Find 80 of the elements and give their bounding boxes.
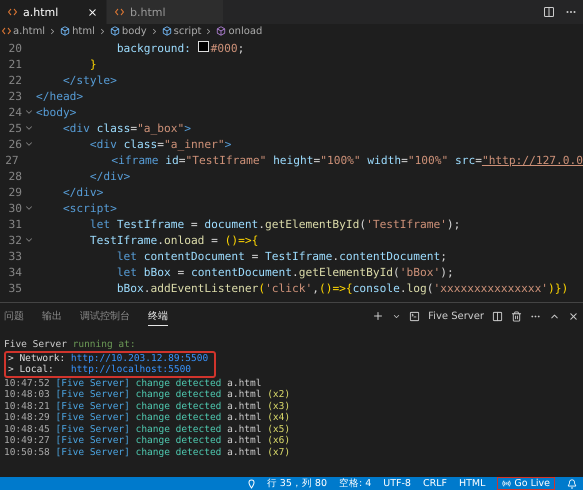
- code-file-icon: [115, 8, 124, 16]
- status-item[interactable]: 空格: 4: [339, 477, 372, 490]
- log-line: 10:49:27 [Five Server] change detected a.html (x6): [4, 435, 292, 446]
- code-line: <body>: [36, 106, 76, 118]
- status-item[interactable]: HTML: [458, 478, 486, 489]
- line-number: 32: [8, 234, 22, 246]
- log-line: 10:48:29 [Five Server] change detected a.html (x4): [4, 412, 292, 424]
- editor-tab[interactable]: b.html: [107, 0, 224, 24]
- line-number: 25: [8, 122, 22, 134]
- terminal-icon: [409, 310, 420, 322]
- split-editor-icon[interactable]: [543, 6, 555, 18]
- code-line: </style>: [62, 74, 117, 86]
- code-line: <script>: [62, 202, 117, 214]
- line-number: 35: [8, 282, 22, 294]
- code-line: TestIframe.onload = ()=>{: [88, 234, 258, 246]
- log-line: 10:47:52 [Five Server] change detected a.html: [4, 378, 262, 389]
- log-line: 10:48:45 [Five Server] change detected a.html (x5): [4, 424, 292, 435]
- cube-icon: [60, 26, 70, 36]
- location-icon: [248, 478, 255, 488]
- split-terminal-icon[interactable]: [492, 310, 503, 322]
- editor-tab[interactable]: a.html: [0, 0, 107, 24]
- trash-icon[interactable]: [511, 310, 522, 322]
- breadcrumb-item[interactable]: body: [110, 26, 147, 36]
- panel-tab[interactable]: 终端: [148, 306, 168, 326]
- panel-tab[interactable]: 输出: [42, 306, 62, 326]
- cube-icon: [162, 26, 172, 36]
- line-number: 27: [4, 154, 19, 166]
- code-line: }: [88, 58, 97, 70]
- line-number: 33: [8, 250, 22, 262]
- address-link[interactable]: http://localhost:5500: [70, 364, 192, 376]
- code-line: <div class="a_inner">: [88, 138, 232, 150]
- breadcrumb-item[interactable]: onload: [216, 26, 262, 36]
- code-line: </div>: [62, 186, 104, 198]
- line-number: 24: [8, 106, 22, 118]
- breadcrumb-item[interactable]: html: [60, 26, 95, 36]
- code-line: </head>: [36, 90, 84, 102]
- code-file-icon: [8, 8, 17, 16]
- address-link[interactable]: http://10.203.12.89:5500: [70, 352, 208, 364]
- go-live-button[interactable]: Go Live: [497, 477, 555, 490]
- status-item[interactable]: UTF-8: [383, 478, 411, 489]
- code-line: bBox.addEventListener('click',()=>{console.log('xxxxxxxxxxxxxxx')}): [116, 282, 568, 294]
- bell-icon[interactable]: [567, 478, 577, 488]
- code-line: <div class="a_box">: [62, 122, 191, 134]
- line-number: 30: [8, 202, 22, 214]
- line-number: 22: [8, 74, 22, 86]
- line-number: 21: [8, 58, 22, 70]
- terminal-line: Five Server running at:: [4, 339, 137, 350]
- status-item[interactable]: CRLF: [422, 478, 447, 489]
- code-line: let contentDocument = TestIframe.contentDocument;: [116, 250, 447, 262]
- panel-tab[interactable]: 问题: [4, 306, 24, 326]
- line-number: 34: [8, 266, 22, 278]
- log-line: 10:48:21 [Five Server] change detected a.html (x3): [4, 400, 292, 412]
- panel-tab[interactable]: 调试控制台: [80, 306, 130, 326]
- color-swatch: [198, 41, 209, 52]
- log-line: 10:50:58 [Five Server] change detected a.html (x7): [4, 446, 292, 458]
- add-icon[interactable]: [372, 310, 384, 322]
- terminal-name[interactable]: Five Server: [428, 310, 484, 322]
- line-number: 23: [8, 90, 22, 102]
- code-line: <iframe id="TestIframe" height="100%" width="100%" src="http://127.0.0: [110, 154, 583, 166]
- status-item[interactable]: 行 35，列 80: [266, 477, 327, 490]
- address-label: > Network:: [8, 352, 66, 364]
- code-file-icon: [2, 27, 11, 35]
- code-line: let TestIframe = document.getElementById('TestIframe');: [88, 218, 460, 230]
- breadcrumb-item[interactable]: script: [162, 26, 202, 36]
- breadcrumb-item[interactable]: a.html: [2, 26, 46, 36]
- code-line: let bBox = contentDocument.getElementById('bBox');: [116, 266, 454, 278]
- line-number: 26: [8, 138, 22, 150]
- close-icon[interactable]: [568, 310, 579, 322]
- close-icon[interactable]: [87, 6, 98, 18]
- address-label: > Local:: [8, 364, 55, 376]
- broadcast-icon: [502, 479, 512, 488]
- line-number: 31: [8, 218, 22, 230]
- line-number: 20: [8, 42, 22, 54]
- code-line: background: #000;: [116, 41, 244, 55]
- cube-icon: [216, 26, 226, 36]
- line-number: 29: [8, 186, 22, 198]
- cube-icon: [110, 26, 120, 36]
- line-number: 28: [8, 170, 22, 182]
- code-line: </div>: [88, 170, 130, 182]
- log-line: 10:48:03 [Five Server] change detected a.html (x2): [4, 389, 292, 400]
